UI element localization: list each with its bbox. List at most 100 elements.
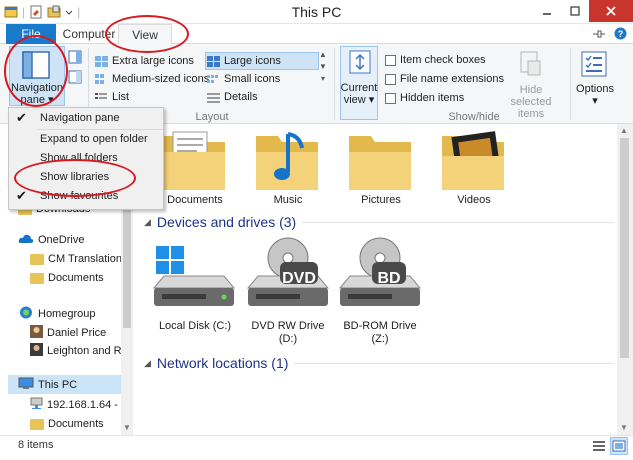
annotation-circle-show-libraries (14, 159, 136, 197)
collapse-icon[interactable]: ◢ (144, 358, 151, 369)
list-icon (95, 92, 108, 103)
details-view-icon (593, 441, 605, 451)
svg-text:?: ? (618, 29, 624, 39)
large-icons-view-toggle[interactable] (610, 437, 628, 455)
videos-folder-icon (442, 131, 504, 190)
nav-item-this-pc[interactable]: This PC (18, 376, 77, 394)
minimize-icon (543, 13, 551, 15)
scroll-down-icon[interactable]: ▼ (620, 423, 628, 432)
layout-extra-large-icons[interactable]: Extra large icons (95, 53, 194, 69)
close-icon (606, 6, 616, 16)
help-icon[interactable]: ? (614, 27, 627, 43)
show-hide-group-label: Show/hide (448, 111, 500, 123)
options-button[interactable]: Options ▾ (572, 83, 618, 107)
ribbon-separator (334, 48, 335, 120)
layout-gallery-scroll[interactable]: ▲ ▼ ▾ (318, 50, 328, 104)
drive-local-disk-label: Local Disk (C:) (158, 320, 232, 332)
menu-item-navigation-pane[interactable]: Navigation pane (9, 109, 165, 128)
large-icons-view-icon (612, 440, 626, 452)
computer-icon (18, 377, 34, 393)
current-view-icon (349, 50, 371, 77)
folder-documents-label: Documents (167, 194, 223, 206)
network-section-header[interactable]: ◢ Network locations (1) (144, 355, 614, 371)
folder-icon (30, 253, 44, 265)
extra-large-icons-icon (95, 55, 108, 67)
details-view-toggle[interactable] (592, 439, 606, 456)
status-bar (0, 435, 633, 460)
folder-music-label: Music (273, 194, 303, 206)
folder-videos-label: Videos (457, 194, 491, 206)
section-rule (302, 221, 614, 223)
pictures-folder-icon (349, 136, 411, 190)
hidden-items-option[interactable]: Hidden items (385, 90, 464, 106)
dvd-badge: DVD (282, 270, 316, 287)
status-item-count: 8 items (18, 439, 54, 451)
bd-badge: BD (377, 270, 401, 287)
gallery-more-icon[interactable]: ▾ (321, 74, 325, 83)
annotation-circle-navigation-pane (4, 35, 68, 107)
nav-item-daniel-price[interactable]: Daniel Price (30, 324, 106, 342)
layout-small-icons[interactable]: Small icons (207, 71, 280, 87)
pin-ribbon-icon[interactable] (592, 28, 606, 42)
nav-item-homegroup[interactable]: Homegroup (18, 305, 95, 323)
scroll-up-icon[interactable]: ▲ (620, 126, 628, 135)
user-icon (30, 343, 43, 359)
layout-medium-icons[interactable]: Medium-sized icons (95, 71, 209, 87)
small-icons-icon (207, 74, 220, 85)
folder-documents[interactable] (155, 126, 235, 195)
drive-local-disk[interactable] (150, 242, 240, 319)
item-check-boxes-option[interactable]: Item check boxes (385, 52, 486, 68)
folder-videos[interactable] (434, 126, 514, 195)
gallery-down-icon[interactable]: ▼ (319, 62, 327, 71)
nav-item-leighton[interactable]: Leighton and R (30, 342, 122, 360)
details-icon (207, 92, 220, 103)
network-drive-icon (30, 397, 43, 413)
drive-bd-rom-label: BD-ROM Drive (Z:) (343, 320, 417, 345)
nav-item-onedrive[interactable]: OneDrive (18, 231, 84, 249)
music-folder-icon (256, 132, 318, 190)
layout-list[interactable]: List (95, 89, 129, 105)
folder-music[interactable] (248, 126, 328, 195)
nav-item-pc-documents[interactable]: Documents (30, 415, 104, 433)
maximize-icon (570, 6, 580, 16)
ribbon-right-controls: ? (592, 27, 627, 43)
drive-dvd-label: DVD RW Drive (D:) (251, 320, 325, 345)
preview-pane-icon[interactable] (68, 50, 82, 67)
options-icon (581, 51, 607, 80)
folder-icon (30, 272, 44, 284)
folder-pictures-label: Pictures (361, 194, 401, 206)
details-pane-icon[interactable] (68, 70, 82, 87)
layout-large-icons[interactable]: Large icons (207, 53, 281, 69)
hidden-items-checkbox[interactable] (385, 92, 396, 104)
window-controls (533, 0, 633, 22)
file-name-extensions-option[interactable]: File name extensions (385, 71, 504, 87)
folder-pictures[interactable] (341, 126, 421, 195)
nav-item-network-share[interactable]: 192.168.1.64 - S (30, 396, 128, 414)
folder-icon (30, 418, 44, 430)
local-disk-icon (152, 246, 236, 306)
devices-section-header[interactable]: ◢ Devices and drives (3) (144, 214, 614, 230)
menu-item-expand-to-open-folder[interactable]: Expand to open folder (9, 130, 165, 149)
medium-icons-icon (95, 73, 108, 85)
user-icon (30, 325, 43, 341)
file-name-extensions-checkbox[interactable] (385, 73, 396, 85)
collapse-icon[interactable]: ◢ (144, 217, 151, 228)
nav-item-onedrive-documents[interactable]: Documents (30, 269, 104, 287)
item-check-boxes-checkbox[interactable] (385, 54, 396, 66)
documents-folder-icon (163, 131, 225, 190)
scroll-down-icon[interactable]: ▼ (123, 423, 131, 432)
gallery-up-icon[interactable]: ▲ (319, 50, 327, 59)
layout-details[interactable]: Details (207, 89, 258, 105)
close-button[interactable] (589, 0, 633, 22)
maximize-button[interactable] (561, 0, 589, 22)
nav-item-cm-translation[interactable]: CM Translation (30, 250, 122, 268)
onedrive-icon (18, 233, 34, 247)
ribbon-separator (570, 48, 571, 120)
current-view-label: Current view ▾ (340, 82, 378, 106)
minimize-button[interactable] (533, 0, 561, 22)
large-icons-icon (207, 55, 220, 67)
homegroup-icon (18, 306, 34, 322)
section-rule (294, 362, 614, 364)
content-scroll-thumb[interactable] (620, 138, 629, 358)
hide-selected-icon (518, 51, 542, 80)
